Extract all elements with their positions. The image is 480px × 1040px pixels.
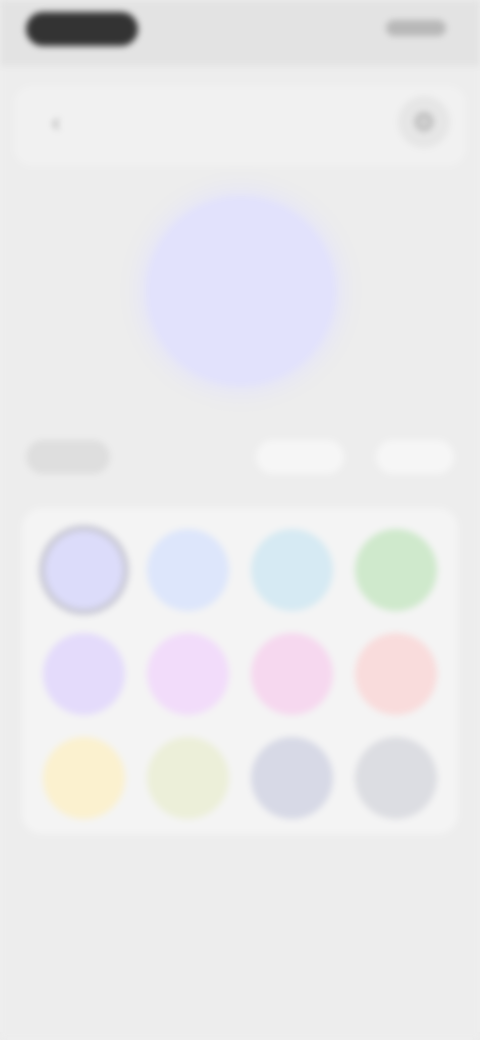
swatch-circle — [251, 737, 333, 819]
settings-button[interactable]: ⚙ — [398, 96, 450, 148]
color-swatch[interactable] — [136, 518, 240, 622]
status-time — [26, 12, 138, 46]
gear-icon: ⚙ — [412, 106, 436, 137]
swatch-circle — [355, 633, 437, 715]
color-swatch[interactable] — [344, 518, 448, 622]
color-swatch[interactable] — [32, 726, 136, 830]
color-preview — [146, 196, 336, 386]
tab-2[interactable] — [110, 440, 244, 474]
swatch-circle — [43, 737, 125, 819]
swatch-circle — [251, 633, 333, 715]
color-swatch[interactable] — [240, 518, 344, 622]
back-button[interactable]: ‹ — [36, 102, 76, 142]
color-swatch[interactable] — [344, 726, 448, 830]
swatch-grid — [32, 518, 448, 830]
tab-1[interactable] — [26, 440, 110, 474]
swatch-circle — [355, 529, 437, 611]
tab-4[interactable] — [376, 440, 454, 474]
color-swatch[interactable] — [240, 622, 344, 726]
status-icons — [386, 20, 446, 36]
tab-row — [26, 436, 454, 478]
color-swatch[interactable] — [344, 622, 448, 726]
swatch-circle — [43, 633, 125, 715]
chevron-left-icon: ‹ — [51, 106, 61, 137]
swatch-circle — [147, 633, 229, 715]
color-swatch[interactable] — [32, 622, 136, 726]
color-swatch[interactable] — [136, 622, 240, 726]
swatch-circle — [147, 529, 229, 611]
color-swatch[interactable] — [136, 726, 240, 830]
swatch-circle — [45, 531, 123, 609]
header: ‹ ⚙ — [14, 86, 466, 166]
color-palette — [22, 508, 458, 834]
color-swatch[interactable] — [32, 518, 136, 622]
screen: ‹ ⚙ — [0, 0, 480, 1040]
swatch-circle — [147, 737, 229, 819]
swatch-circle — [355, 737, 437, 819]
tab-3[interactable] — [256, 440, 344, 474]
status-bar — [0, 0, 480, 66]
swatch-circle — [251, 529, 333, 611]
color-swatch[interactable] — [240, 726, 344, 830]
